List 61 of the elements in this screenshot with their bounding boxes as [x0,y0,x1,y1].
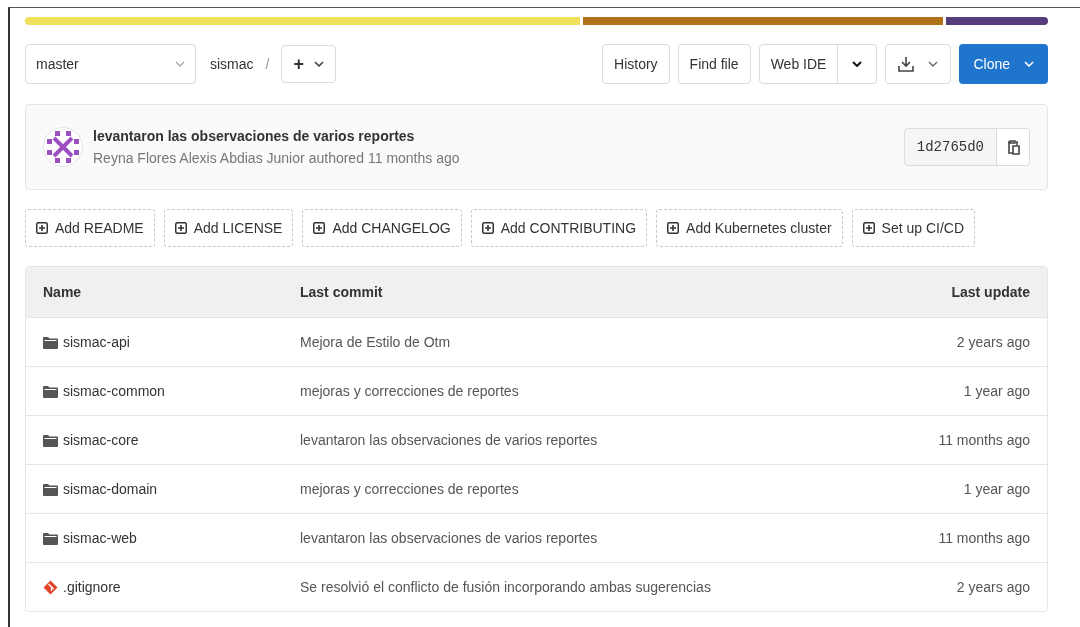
clipboard-icon [1006,139,1020,155]
column-header: Last update [951,284,1030,300]
file-link[interactable]: .gitignore [43,579,300,595]
chevron-icon [928,61,939,67]
avatar-icon [43,127,83,167]
commit-verb: authored [308,150,364,166]
plus-square-icon [313,222,326,234]
git-icon [43,579,58,595]
plus-square-icon [481,222,494,234]
commit-link[interactable]: Mejora de Estilo de Otm [300,334,957,350]
column-header: Name [43,284,83,300]
chevron-icon [313,61,324,67]
chevron-icon [1024,61,1034,67]
project-breadcrumb[interactable]: sismac [210,56,254,72]
update-time: 1 year ago [963,481,1030,497]
quick-action-button[interactable]: Set up CI/CD [851,209,976,247]
chevron-icon [852,61,863,67]
add-dropdown[interactable]: + [281,45,336,83]
quick-action-button[interactable]: Add CONTRIBUTING [470,209,648,247]
download-dropdown[interactable] [885,44,952,84]
file-link[interactable]: sismac-web [43,530,300,546]
branch-dropdown[interactable]: master [25,44,196,84]
quick-action-button[interactable]: Add LICENSE [163,209,294,247]
file-link[interactable]: sismac-common [43,383,300,399]
file-link[interactable]: sismac-core [43,432,300,448]
update-time: 2 years ago [956,579,1030,595]
commit-time: 11 months ago [367,150,460,166]
web-ide-button[interactable]: Web IDE [758,44,839,84]
action-button[interactable]: Find file [677,44,751,84]
file-link[interactable]: sismac-api [43,334,300,350]
update-time: 1 year ago [963,383,1030,399]
column-header: Last commit [300,284,384,300]
plus-square-icon [862,222,875,234]
file-link[interactable]: sismac-domain [43,481,300,497]
folder-icon [43,531,58,545]
commit-author[interactable]: Reyna Flores Alexis Abdias Junior [93,150,305,166]
clone-button[interactable]: Clone [959,44,1048,84]
update-time: 11 months ago [938,530,1030,546]
action-button[interactable]: History [602,44,670,84]
folder-icon [43,482,58,496]
commit-message[interactable]: levantaron las observaciones de varios reportes [93,128,460,144]
commit-link[interactable]: mejoras y correcciones de reportes [300,481,964,497]
commit-link[interactable]: levantaron las observaciones de varios reportes [300,432,939,448]
commit-link[interactable]: Se resolvió el conflicto de fusión incorporando ambas sugerencias [300,579,957,595]
breadcrumb-separator: / [265,56,270,72]
folder-icon [43,335,58,349]
commit-link[interactable]: mejoras y correcciones de reportes [300,383,964,399]
update-time: 11 months ago [938,432,1030,448]
folder-icon [43,433,58,447]
copy-button[interactable] [997,129,1029,165]
download-icon [898,56,915,72]
plus-square-icon [174,222,187,234]
update-time: 2 years ago [956,334,1030,350]
folder-icon [43,384,58,398]
quick-action-button[interactable]: Add Kubernetes cluster [656,209,843,247]
quick-action-button[interactable]: Add CHANGELOG [302,209,462,247]
quick-action-button[interactable]: Add README [25,209,155,247]
plus-square-icon [667,222,680,234]
plus-square-icon [36,222,48,234]
commit-link[interactable]: levantaron las observaciones de varios reportes [300,530,939,546]
chevron-icon [175,61,185,67]
